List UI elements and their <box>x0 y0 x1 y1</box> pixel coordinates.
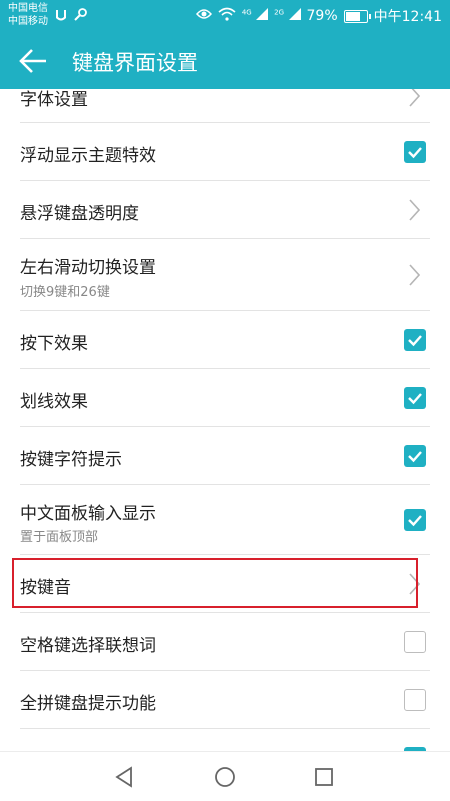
setting-label: 按键字符提示 <box>20 450 122 470</box>
carrier-info: 中国电信 中国移动 <box>8 2 48 28</box>
chevron-right-icon <box>409 199 420 221</box>
highlight-box <box>12 558 418 608</box>
wrench-icon <box>73 8 87 25</box>
network-4g-label: 4G <box>241 8 252 17</box>
check-icon <box>408 393 422 405</box>
status-bar: 中国电信 中国移动 4G 2G 79% 中午12:41 <box>0 0 450 33</box>
wifi-icon <box>218 7 236 25</box>
checkbox-space-assoc[interactable] <box>404 631 426 653</box>
check-icon <box>408 335 422 347</box>
settings-list[interactable]: 字体设置 浮动显示主题特效 悬浮键盘透明度 左右滑动切换设置 切换9键和26键 … <box>0 89 450 751</box>
setting-label: 字体设置 <box>20 90 88 110</box>
notification-app-icon <box>55 8 67 25</box>
setting-press-effect[interactable]: 按下效果 <box>0 311 450 369</box>
setting-label: 中文面板输入显示 <box>20 504 156 524</box>
check-icon <box>408 147 422 159</box>
checkbox-floating-theme[interactable] <box>404 141 426 163</box>
checkbox-press-effect[interactable] <box>404 329 426 351</box>
setting-label: 空格键选择联想词 <box>20 636 156 656</box>
setting-stroke-effect[interactable]: 划线效果 <box>0 369 450 427</box>
page-title: 键盘界面设置 <box>72 51 198 75</box>
title-bar: 键盘界面设置 <box>0 33 450 89</box>
setting-floating-theme[interactable]: 浮动显示主题特效 <box>0 123 450 181</box>
battery-fill <box>345 11 360 21</box>
check-icon <box>408 515 422 527</box>
network-2g-label: 2G <box>274 8 285 17</box>
arrow-left-icon <box>19 49 46 73</box>
setting-label: 按下效果 <box>20 334 88 354</box>
setting-label: 悬浮键盘透明度 <box>20 204 139 224</box>
navigation-bar <box>0 751 450 801</box>
setting-sublabel: 切换9键和26键 <box>20 285 110 300</box>
setting-hover-transparency[interactable]: 悬浮键盘透明度 <box>0 181 450 239</box>
setting-full-pinyin-hint[interactable]: 全拼键盘提示功能 <box>0 671 450 729</box>
signal-4g-icon: 4G <box>241 8 269 24</box>
setting-partial-bottom[interactable] <box>0 729 450 751</box>
checkbox-full-pinyin-hint[interactable] <box>404 689 426 711</box>
setting-label: 浮动显示主题特效 <box>20 146 156 166</box>
carrier-1: 中国电信 <box>8 3 48 14</box>
signal-2g-icon: 2G <box>274 8 301 24</box>
checkbox-stroke-effect[interactable] <box>404 387 426 409</box>
setting-label: 左右滑动切换设置 <box>20 258 156 278</box>
setting-space-assoc[interactable]: 空格键选择联想词 <box>0 613 450 671</box>
checkbox-chinese-panel[interactable] <box>404 509 426 531</box>
setting-swipe-switch[interactable]: 左右滑动切换设置 切换9键和26键 <box>0 239 450 311</box>
eye-comfort-icon <box>195 8 212 24</box>
chevron-right-icon <box>409 264 420 286</box>
nav-home-icon[interactable] <box>212 764 238 790</box>
setting-label: 全拼键盘提示功能 <box>20 694 156 714</box>
back-button[interactable] <box>14 43 54 79</box>
setting-font[interactable]: 字体设置 <box>0 89 450 123</box>
clock: 中午12:41 <box>373 9 442 25</box>
setting-label: 划线效果 <box>20 392 88 412</box>
check-icon <box>408 451 422 463</box>
nav-recents-icon[interactable] <box>311 764 337 790</box>
setting-chinese-panel[interactable]: 中文面板输入显示 置于面板顶部 <box>0 485 450 555</box>
battery-percent: 79% <box>306 8 338 24</box>
battery-icon <box>343 9 371 23</box>
chevron-right-icon <box>409 89 420 107</box>
setting-sublabel: 置于面板顶部 <box>20 530 99 545</box>
setting-key-char-hint[interactable]: 按键字符提示 <box>0 427 450 485</box>
carrier-2: 中国移动 <box>8 16 48 27</box>
nav-back-icon[interactable] <box>111 764 137 790</box>
checkbox-key-char-hint[interactable] <box>404 445 426 467</box>
